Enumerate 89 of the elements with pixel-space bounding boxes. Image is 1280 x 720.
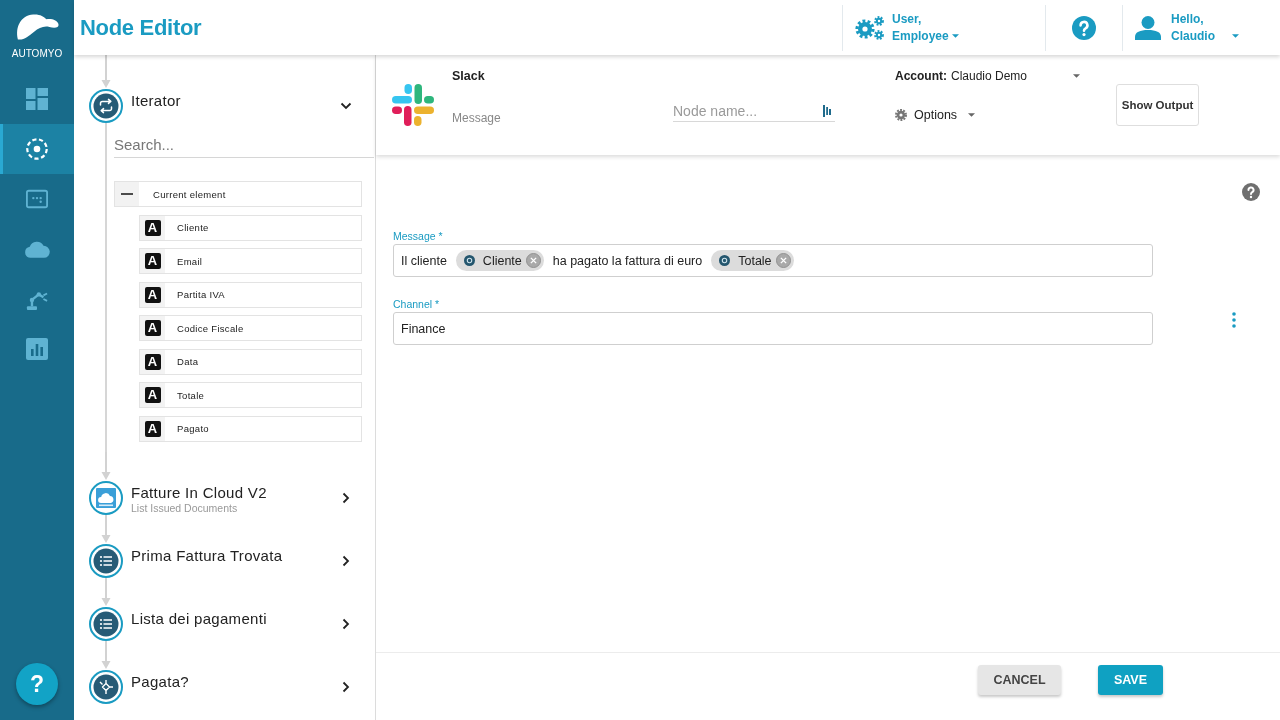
bars-icon[interactable]: [823, 105, 831, 117]
tree-item[interactable]: A Partita IVA: [139, 281, 362, 308]
tree-item[interactable]: A Totale: [139, 382, 362, 408]
disc-icon: [719, 255, 731, 266]
tree-label: Data: [176, 356, 199, 367]
user-icon: [1135, 15, 1161, 40]
chevron-right-icon[interactable]: [340, 681, 352, 693]
field-text: Il cliente: [401, 253, 447, 268]
text-field[interactable]: Finance: [393, 312, 1153, 345]
field-text: Finance: [401, 321, 446, 336]
app-name: Slack: [452, 68, 485, 84]
tree-label: Totale: [176, 389, 205, 401]
type-icon: A: [144, 320, 161, 336]
options-button[interactable]: Options: [895, 107, 976, 123]
help-icon[interactable]: [1072, 15, 1096, 40]
connector-arrow: [100, 641, 112, 670]
caret-icon: [1073, 74, 1080, 78]
node-name-field[interactable]: Node name...: [673, 101, 835, 122]
variable-chip[interactable]: Totale: [711, 250, 794, 271]
tree-item[interactable]: A Email: [139, 248, 362, 274]
nav-item[interactable]: [0, 124, 74, 174]
field-text: ha pagato la fattura di euro: [552, 253, 703, 268]
dashboard-icon: [26, 88, 48, 110]
cloud-icon[interactable]: [89, 481, 123, 515]
search-field[interactable]: Search...: [114, 131, 374, 158]
tree-item[interactable]: Current element: [114, 181, 362, 207]
node-title: Lista dei pagamenti: [131, 610, 267, 628]
tree-item[interactable]: A Codice Fiscale: [139, 315, 362, 341]
logo-text: AUTOMYO: [11, 48, 63, 60]
type-icon: A: [144, 253, 161, 269]
text-field[interactable]: Il cliente Cliente ha pagato la fattura di euro Totale: [393, 244, 1153, 277]
node-title: Iterator: [131, 92, 181, 110]
chevron-right-icon[interactable]: [340, 618, 352, 630]
tree-label: Pagato: [176, 423, 209, 434]
console-icon: [26, 188, 48, 210]
tree-label: Partita IVA: [176, 289, 225, 300]
variable-chip[interactable]: Cliente: [455, 250, 544, 271]
minus-icon[interactable]: [115, 182, 139, 206]
chip-label: Totale: [738, 253, 772, 268]
caret-icon: [1232, 34, 1239, 38]
help-icon[interactable]: [1242, 183, 1260, 201]
disc-icon: [463, 255, 475, 266]
caret-icon: [968, 113, 976, 117]
tree-item[interactable]: A Pagato: [139, 415, 362, 442]
tree-label: Current element: [152, 188, 226, 200]
list-icon[interactable]: [89, 607, 123, 641]
cloud-icon: [24, 240, 50, 258]
gears-icon: [855, 15, 885, 40]
account-label: Account:: [895, 69, 948, 83]
field-label: Message *: [393, 230, 443, 242]
tree-label: Cliente: [176, 222, 209, 233]
hash-logo-icon: [390, 82, 436, 128]
branch-icon[interactable]: [89, 670, 123, 704]
show-output-button[interactable]: Show Output: [1116, 84, 1199, 126]
tree-item[interactable]: A Data: [139, 348, 362, 375]
gear-icon: [895, 109, 907, 121]
connector-arrow: [100, 452, 112, 481]
tree-item[interactable]: A Cliente: [139, 214, 362, 241]
bar-chart-icon: [26, 338, 48, 360]
logo-icon: [15, 12, 59, 42]
tree-label: Email: [176, 255, 203, 267]
field-label: Channel *: [393, 298, 440, 310]
type-icon: A: [144, 420, 161, 437]
page-title: Node Editor: [80, 14, 203, 41]
connector-arrow: [100, 578, 112, 607]
list-icon[interactable]: [89, 544, 123, 578]
tree-label: Codice Fiscale: [176, 322, 244, 334]
node-subtitle: List Issued Documents: [131, 502, 238, 514]
loop-icon[interactable]: [89, 89, 123, 123]
type-icon: A: [144, 286, 161, 303]
chevron-down-icon[interactable]: [340, 100, 352, 112]
target-icon: [26, 138, 48, 160]
chevron-right-icon[interactable]: [340, 492, 352, 504]
chip-label: Cliente: [482, 253, 522, 268]
more-icon[interactable]: [1232, 312, 1236, 328]
node-title: Fatture In Cloud V2: [131, 484, 267, 502]
chevron-right-icon[interactable]: [340, 555, 352, 567]
type-icon: A: [144, 353, 161, 370]
connector-arrow: [100, 515, 112, 544]
caret-icon: [951, 34, 959, 38]
remove-icon[interactable]: [775, 253, 791, 268]
account-select[interactable]: Claudio Demo: [951, 68, 1080, 84]
node-title: Prima Fattura Trovata: [131, 547, 283, 565]
type-icon: A: [144, 219, 161, 236]
node-title: Pagata?: [131, 673, 189, 691]
cancel-button[interactable]: CANCEL: [978, 665, 1061, 695]
type-icon: A: [144, 387, 161, 403]
action-name: Message: [452, 110, 501, 126]
remove-icon[interactable]: [525, 253, 541, 268]
